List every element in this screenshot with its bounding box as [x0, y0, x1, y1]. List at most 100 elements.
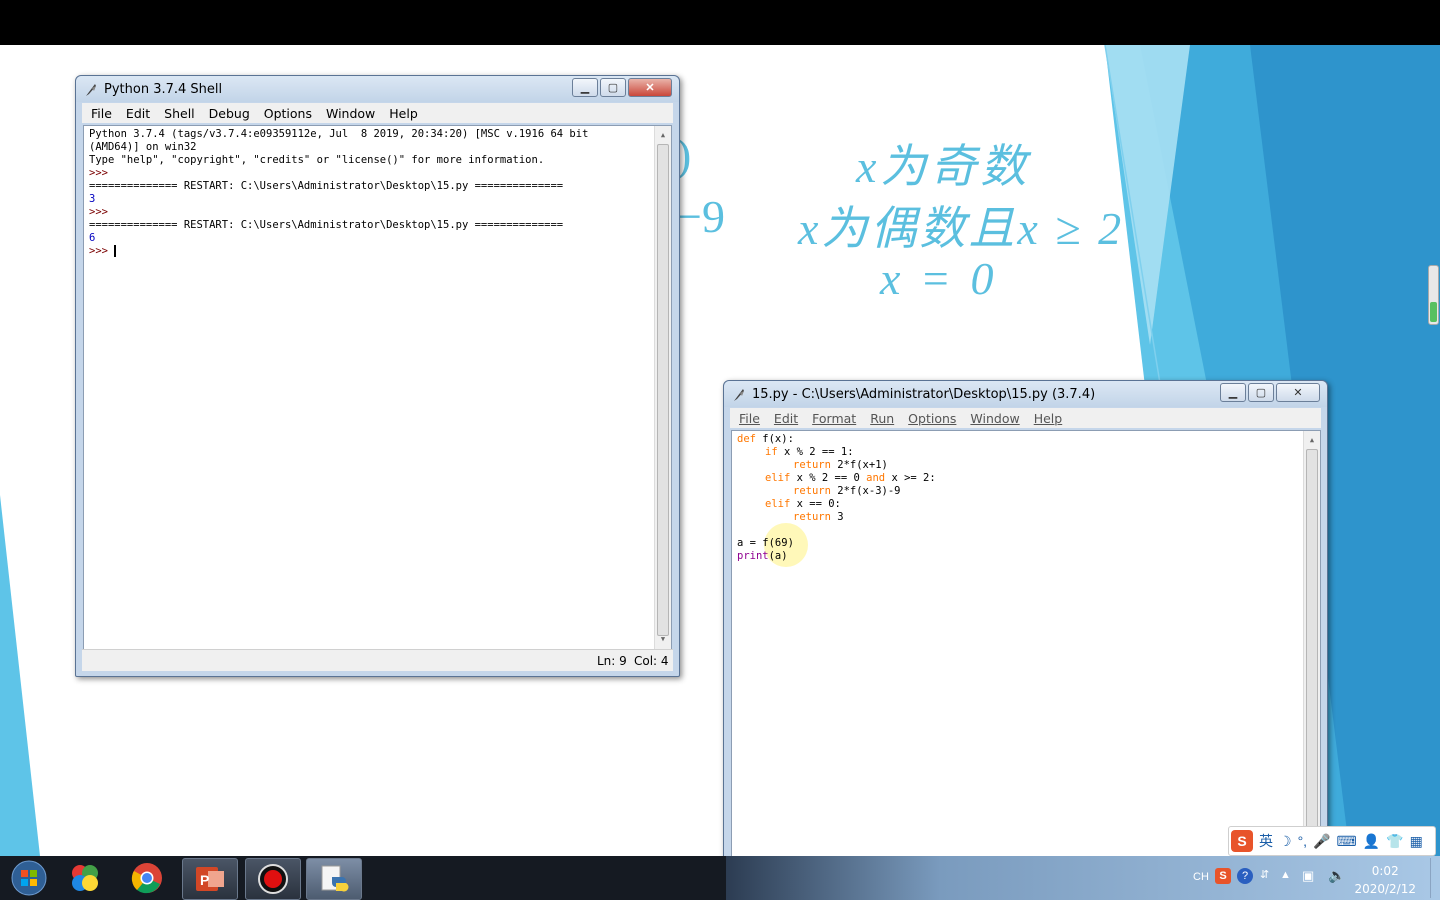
- ime-language-label[interactable]: 英: [1259, 831, 1273, 851]
- moon-icon[interactable]: ☽: [1279, 833, 1292, 850]
- editor-menu-options[interactable]: Options: [908, 411, 956, 426]
- code-line: return 2*f(x-3)-9: [737, 485, 1320, 498]
- code-line: elif x % 2 == 0 and x >= 2:: [737, 472, 1320, 485]
- clock-time: 0:02: [1371, 864, 1399, 878]
- shell-line: Type "help", "copyright", "credits" or "…: [89, 154, 545, 166]
- scroll-indicator-fill: [1430, 302, 1437, 322]
- taskbar-app-python[interactable]: [306, 858, 362, 900]
- chrome-icon: [131, 863, 162, 894]
- shell-output-area[interactable]: Python 3.7.4 (tags/v3.7.4:e09359112e, Ju…: [83, 125, 672, 650]
- code-text: x % 2 == 0: [790, 472, 867, 484]
- builtin-name: print: [737, 550, 769, 562]
- shell-scroll-thumb[interactable]: [657, 144, 669, 636]
- scroll-down-arrow-icon[interactable]: ▼: [655, 633, 671, 646]
- scroll-up-arrow-icon[interactable]: ▲: [1304, 434, 1320, 447]
- code-line: if x % 2 == 1:: [737, 446, 1320, 459]
- microphone-icon[interactable]: 🎤: [1313, 833, 1330, 850]
- editor-menu-run[interactable]: Run: [870, 411, 894, 426]
- code-text: x == 0:: [790, 498, 841, 510]
- tray-help-icon[interactable]: ?: [1237, 868, 1253, 884]
- editor-window[interactable]: 15.py - C:\Users\Administrator\Desktop\1…: [723, 380, 1328, 862]
- shirt-icon[interactable]: 👕: [1386, 833, 1403, 850]
- python-idle-icon: [321, 865, 349, 892]
- minimize-icon: ▁: [580, 82, 590, 94]
- editor-maximize-button[interactable]: ▢: [1248, 383, 1274, 402]
- taskbar-app-recorder[interactable]: [245, 858, 301, 900]
- shell-vertical-scrollbar[interactable]: ▲ ▼: [654, 126, 671, 649]
- tray-expand-icon[interactable]: ▲: [1280, 869, 1291, 881]
- keyword: elif: [765, 472, 791, 484]
- sogou-logo-icon[interactable]: S: [1231, 830, 1253, 852]
- status-column: Col: 4: [634, 654, 669, 668]
- show-desktop-button[interactable]: [1430, 858, 1439, 898]
- taskbar-app-photo[interactable]: [58, 858, 112, 898]
- shell-menu-window[interactable]: Window: [326, 106, 375, 121]
- editor-minimize-button[interactable]: ▁: [1220, 383, 1246, 402]
- shell-menubar: File Edit Shell Debug Options Window Hel…: [82, 103, 673, 123]
- code-text: 2*f(x-3)-9: [830, 485, 901, 497]
- keyword: return: [793, 485, 831, 497]
- shell-menu-debug[interactable]: Debug: [209, 106, 250, 121]
- slide-case-even: x为偶数且x ≥ 2: [798, 203, 1125, 254]
- code-line: print(a): [737, 550, 1320, 563]
- shell-menu-shell[interactable]: Shell: [164, 106, 195, 121]
- code-editor-area[interactable]: def f(x): if x % 2 == 1: return 2*f(x+1)…: [731, 430, 1321, 862]
- tray-language[interactable]: CH: [1193, 871, 1209, 883]
- start-button[interactable]: [2, 858, 56, 898]
- code-text: (a): [768, 550, 788, 562]
- status-line: Ln: 9: [597, 654, 627, 668]
- shell-close-button[interactable]: ✕: [628, 78, 672, 97]
- editor-close-button[interactable]: ✕: [1276, 383, 1320, 402]
- editor-titlebar[interactable]: 15.py - C:\Users\Administrator\Desktop\1…: [724, 381, 1327, 407]
- code-line: a = f(69): [737, 537, 794, 549]
- tray-volume-icon[interactable]: 🔈: [1328, 867, 1345, 884]
- shell-maximize-button[interactable]: ▢: [600, 78, 626, 97]
- shell-menu-file[interactable]: File: [91, 106, 112, 121]
- idle-feather-icon: [86, 84, 96, 96]
- editor-vertical-scrollbar[interactable]: ▲: [1303, 431, 1320, 861]
- taskbar-app-chrome[interactable]: [120, 858, 174, 898]
- editor-scroll-thumb[interactable]: [1306, 449, 1318, 861]
- shell-menu-edit[interactable]: Edit: [126, 106, 150, 121]
- keyword: if: [765, 446, 778, 458]
- tray-clock[interactable]: 0:02 2020/2/12: [1354, 864, 1416, 896]
- punctuation-icon[interactable]: °,: [1298, 833, 1308, 849]
- keyword: and: [866, 472, 886, 484]
- svg-text:P: P: [200, 872, 209, 888]
- shell-current-prompt[interactable]: >>> ​: [89, 245, 671, 258]
- code-line: elif x == 0:: [737, 498, 1320, 511]
- python-shell-window[interactable]: Python 3.7.4 Shell ▁ ▢ ✕ File Edit Shell…: [75, 75, 680, 677]
- keyboard-icon[interactable]: ⌨: [1337, 833, 1357, 850]
- editor-menu-file[interactable]: File: [739, 411, 760, 426]
- taskbar-app-powerpoint[interactable]: P: [182, 858, 238, 900]
- grid-icon[interactable]: ▦: [1410, 833, 1423, 850]
- maximize-icon: ▢: [607, 82, 619, 94]
- shell-menu-help[interactable]: Help: [389, 106, 418, 121]
- editor-menu-edit[interactable]: Edit: [774, 411, 798, 426]
- shell-menu-options[interactable]: Options: [264, 106, 312, 121]
- user-icon[interactable]: 👤: [1363, 833, 1380, 850]
- slide-scroll-indicator[interactable]: [1428, 265, 1439, 325]
- tray-monitor-icon[interactable]: ▣: [1302, 868, 1314, 884]
- colorful-app-icon: [72, 865, 98, 891]
- shell-titlebar[interactable]: Python 3.7.4 Shell ▁ ▢ ✕: [76, 76, 679, 102]
- shell-output-value: 6: [89, 232, 96, 244]
- tray-sogou-icon[interactable]: S: [1215, 868, 1231, 884]
- editor-menu-window[interactable]: Window: [970, 411, 1019, 426]
- editor-title: 15.py - C:\Users\Administrator\Desktop\1…: [752, 387, 1096, 402]
- scroll-up-arrow-icon[interactable]: ▲: [655, 129, 671, 142]
- shell-minimize-button[interactable]: ▁: [572, 78, 598, 97]
- close-icon: ✕: [645, 82, 655, 94]
- code-text: x % 2 == 1:: [777, 446, 854, 458]
- code-text: 2*f(x+1): [830, 459, 888, 471]
- editor-menu-format[interactable]: Format: [812, 411, 856, 426]
- shell-statusbar: Ln: 9 Col: 4: [82, 649, 673, 671]
- code-text: f(x):: [755, 433, 794, 445]
- code-line: def f(x):: [737, 433, 1320, 446]
- ime-toolbar[interactable]: S 英 ☽ °, 🎤 ⌨ 👤 👕 ▦: [1228, 826, 1436, 856]
- taskbar: P CH S ? ⇵ ▲ ▣ 🔈 0:02 2020/2/12: [0, 856, 1440, 900]
- tray-network-icon[interactable]: ⇵: [1260, 868, 1269, 881]
- editor-menu-help[interactable]: Help: [1034, 411, 1063, 426]
- shell-line: Python 3.7.4 (tags/v3.7.4:e09359112e, Ju…: [89, 128, 589, 140]
